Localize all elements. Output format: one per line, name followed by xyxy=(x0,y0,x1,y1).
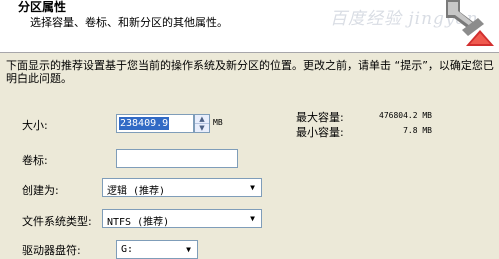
drive-letter-label: 驱动器盘符: xyxy=(22,244,81,257)
filesystem-select[interactable]: NTFS (推荐) ▼ xyxy=(102,209,262,228)
create-as-label: 创建为: xyxy=(22,184,59,197)
drive-letter-select[interactable]: G: ▼ xyxy=(116,240,198,259)
filesystem-value: NTFS (推荐) xyxy=(107,217,170,228)
intro-text: 下面显示的推荐设置基于您当前的操作系统及新分区的位置。更改之前，请单击 “提示”… xyxy=(6,59,494,85)
size-unit: MB xyxy=(213,118,223,127)
spin-down-icon[interactable]: ▼ xyxy=(195,124,209,132)
min-capacity-label: 最小容量: xyxy=(296,126,344,139)
drive-letter-value: G: xyxy=(121,244,134,255)
chevron-down-icon[interactable]: ▼ xyxy=(181,242,196,257)
filesystem-label: 文件系统类型: xyxy=(22,215,92,228)
size-input[interactable]: 238409.9 xyxy=(116,114,194,133)
max-capacity-label: 最大容量: xyxy=(296,111,344,124)
chevron-down-icon[interactable]: ▼ xyxy=(245,211,260,226)
page-subtitle: 选择容量、卷标、和新分区的其他属性。 xyxy=(30,16,228,29)
volume-label-label: 卷标: xyxy=(22,154,48,167)
create-as-value: 逻辑 (推荐) xyxy=(107,186,166,197)
size-value: 238409.9 xyxy=(119,117,170,130)
page-title: 分区属性 xyxy=(18,0,67,14)
max-capacity-value: 476804.2 MB xyxy=(379,111,432,120)
chevron-down-icon[interactable]: ▼ xyxy=(245,180,260,195)
volume-label-input[interactable] xyxy=(116,149,238,168)
partition-wizard-icon xyxy=(446,0,494,46)
wizard-header: 分区属性 选择容量、卷标、和新分区的其他属性。 百度经验 jingyan xyxy=(0,0,499,53)
size-label: 大小: xyxy=(22,119,48,132)
create-as-select[interactable]: 逻辑 (推荐) ▼ xyxy=(102,178,262,197)
min-capacity-value: 7.8 MB xyxy=(403,126,432,135)
spin-up-icon[interactable]: ▲ xyxy=(195,115,209,124)
size-spinner[interactable]: ▲ ▼ xyxy=(194,114,210,133)
